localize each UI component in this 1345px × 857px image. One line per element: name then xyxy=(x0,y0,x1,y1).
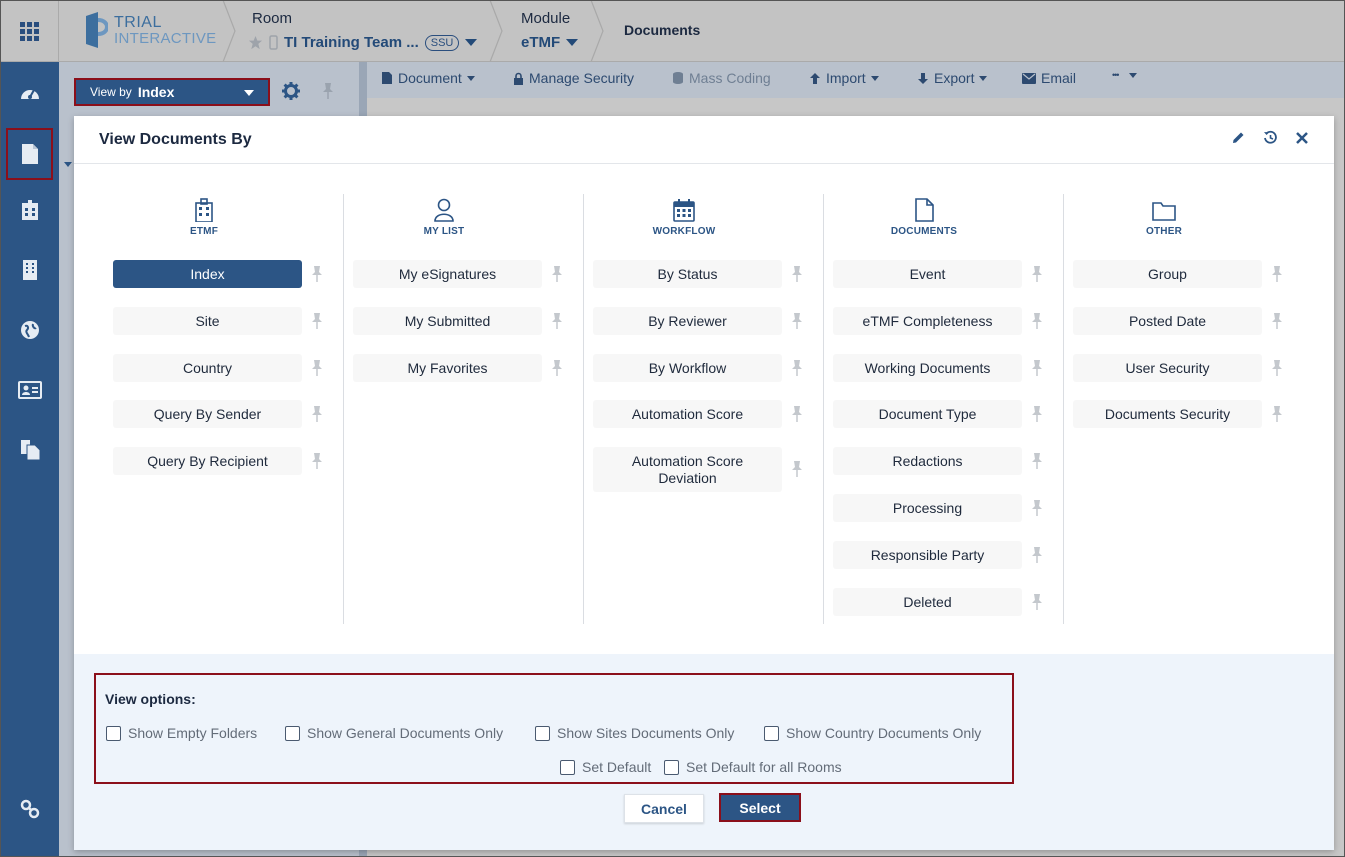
window-border xyxy=(0,0,1345,857)
